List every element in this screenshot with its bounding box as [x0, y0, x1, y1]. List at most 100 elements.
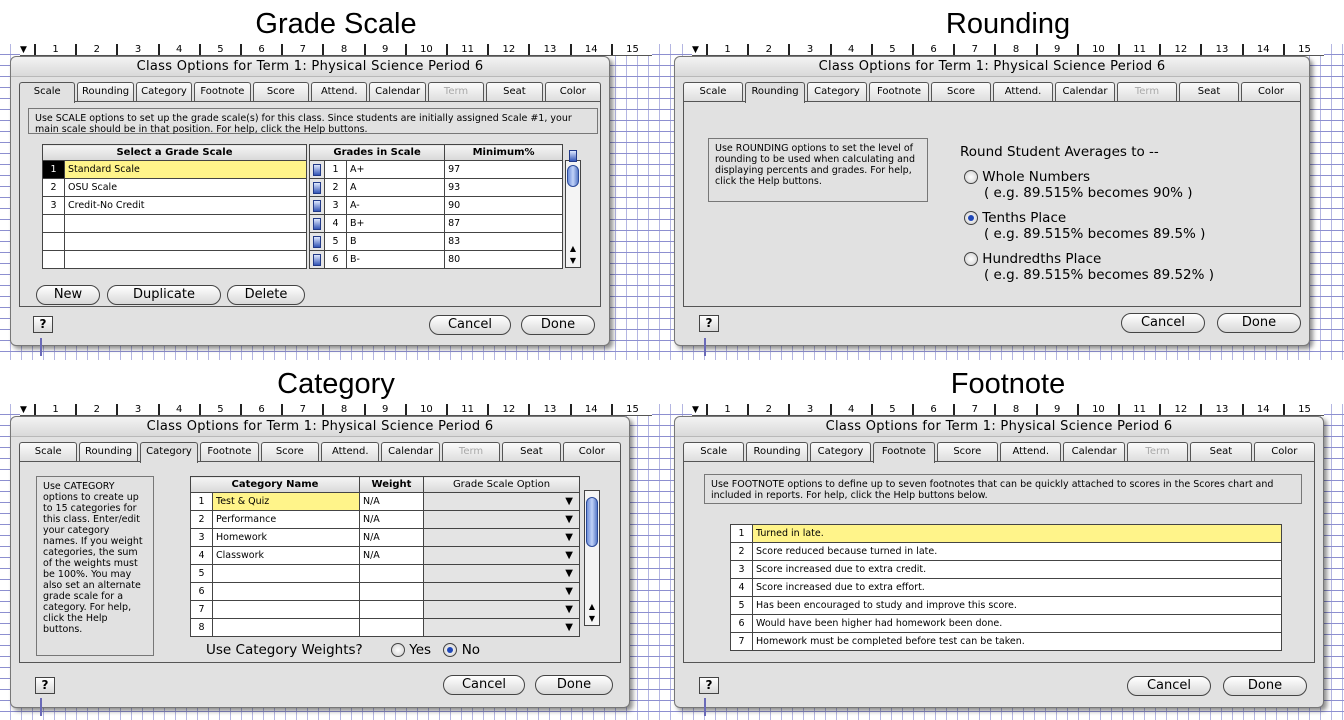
rounding-option[interactable]: Hundredths Place( e.g. 89.515% becomes 8… [964, 248, 1294, 283]
category-weight[interactable] [359, 618, 424, 637]
rounding-option[interactable]: Whole Numbers( e.g. 89.515% becomes 90% … [964, 166, 1294, 201]
done-button[interactable]: Done [535, 675, 613, 695]
table-row[interactable]: 4 Score increased due to extra effort. [730, 578, 1282, 597]
table-row[interactable]: 4 Classwork N/A ▼ [190, 546, 580, 565]
grade-letter[interactable]: A+ [345, 160, 446, 179]
footnote-text[interactable]: Would have been higher had homework been… [752, 614, 1282, 633]
footnote-text[interactable]: Turned in late. [752, 524, 1282, 543]
scale-name[interactable]: OSU Scale [64, 178, 307, 197]
cancel-button[interactable]: Cancel [429, 315, 511, 335]
tab-scale[interactable]: Scale [683, 82, 743, 102]
tab-score[interactable]: Score [252, 82, 310, 102]
scroll-down-arrow[interactable]: ▼ [585, 613, 599, 625]
table-row[interactable]: 7 Homework must be completed before test … [730, 632, 1282, 651]
help-button[interactable]: ? [35, 677, 55, 694]
drag-handle-icon[interactable] [309, 250, 325, 269]
tab-footnote[interactable]: Footnote [194, 82, 251, 102]
done-button[interactable]: Done [521, 315, 595, 335]
scale-name[interactable]: Credit-No Credit [64, 196, 307, 215]
tab-score[interactable]: Score [260, 442, 320, 462]
tab-score[interactable]: Score [931, 82, 991, 102]
tab-color[interactable]: Color [544, 82, 602, 102]
footnote-text[interactable]: Score reduced because turned in late. [752, 542, 1282, 561]
tab-term[interactable]: Term [441, 442, 501, 462]
category-name[interactable]: Test & Quiz [212, 492, 360, 511]
yes-radio[interactable] [391, 643, 405, 657]
rounding-option[interactable]: Tenths Place( e.g. 89.515% becomes 89.5%… [964, 207, 1294, 242]
grade-letter[interactable]: A [345, 178, 446, 197]
table-row[interactable] [42, 232, 307, 251]
tab-category[interactable]: Category [135, 82, 193, 102]
scroll-thumb[interactable] [586, 497, 598, 547]
category-weight[interactable]: N/A [359, 510, 424, 529]
cancel-button[interactable]: Cancel [1121, 313, 1205, 333]
grade-minimum[interactable]: 87 [444, 214, 563, 233]
table-row[interactable]: 1 Test & Quiz N/A ▼ [190, 492, 580, 511]
footnote-text[interactable]: Score increased due to extra effort. [752, 578, 1282, 597]
grade-minimum[interactable]: 83 [444, 232, 563, 251]
table-row[interactable]: 6 B- 80 [309, 250, 563, 269]
done-button[interactable]: Done [1217, 313, 1301, 333]
grades-scrollbar[interactable]: ▲ ▼ [565, 160, 581, 268]
grade-scale-dropdown[interactable]: ▼ [423, 600, 580, 619]
scroll-up-arrow[interactable]: ▲ [585, 601, 599, 613]
category-weight[interactable]: N/A [359, 492, 424, 511]
table-row[interactable]: 2 Performance N/A ▼ [190, 510, 580, 529]
table-row[interactable] [42, 250, 307, 269]
scale-name[interactable] [64, 250, 307, 269]
table-row[interactable]: 5 ▼ [190, 564, 580, 583]
tab-seat[interactable]: Seat [1190, 442, 1252, 462]
tab-attend[interactable]: Attend. [993, 82, 1053, 102]
table-row[interactable]: 1 A+ 97 [309, 160, 563, 179]
tab-rounding[interactable]: Rounding [746, 442, 808, 462]
tab-category[interactable]: Category [807, 82, 867, 102]
table-row[interactable]: 4 B+ 87 [309, 214, 563, 233]
table-row[interactable]: 2 OSU Scale [42, 178, 307, 197]
cancel-button[interactable]: Cancel [443, 675, 525, 695]
help-button[interactable]: ? [699, 677, 719, 694]
tab-footnote[interactable]: Footnote [869, 82, 929, 102]
category-name[interactable]: Classwork [212, 546, 360, 565]
new-button[interactable]: New [36, 285, 100, 305]
table-row[interactable]: 2 Score reduced because turned in late. [730, 542, 1282, 561]
scale-name[interactable] [64, 214, 307, 233]
tab-seat[interactable]: Seat [502, 442, 561, 462]
table-row[interactable]: 3 Homework N/A ▼ [190, 528, 580, 547]
grade-scale-dropdown[interactable]: ▼ [423, 546, 580, 565]
column-menu-icon[interactable] [569, 145, 579, 162]
scale-name[interactable] [64, 232, 307, 251]
grade-letter[interactable]: B- [345, 250, 446, 269]
tab-calendar[interactable]: Calendar [381, 442, 440, 462]
grade-minimum[interactable]: 90 [444, 196, 563, 215]
table-row[interactable] [42, 214, 307, 233]
tab-rounding[interactable]: Rounding [79, 442, 138, 462]
grade-minimum[interactable]: 97 [444, 160, 563, 179]
table-row[interactable]: 2 A 93 [309, 178, 563, 197]
grade-scale-dropdown[interactable]: ▼ [423, 528, 580, 547]
tab-attend[interactable]: Attend. [311, 82, 368, 102]
table-row[interactable]: 1 Standard Scale [42, 160, 307, 179]
category-weight[interactable]: N/A [359, 546, 424, 565]
help-button[interactable]: ? [33, 316, 53, 333]
help-button[interactable]: ? [699, 315, 719, 332]
table-row[interactable]: 3 Score increased due to extra credit. [730, 560, 1282, 579]
table-row[interactable]: 1 Turned in late. [730, 524, 1282, 543]
tab-term[interactable]: Term [1117, 82, 1177, 102]
footnote-text[interactable]: Has been encouraged to study and improve… [752, 596, 1282, 615]
delete-button[interactable]: Delete [227, 285, 305, 305]
grade-scale-dropdown[interactable]: ▼ [423, 510, 580, 529]
tab-category[interactable]: Category [809, 442, 872, 462]
category-name[interactable]: Homework [212, 528, 360, 547]
tab-attend[interactable]: Attend. [1000, 442, 1062, 462]
scroll-thumb[interactable] [567, 165, 579, 187]
tab-score[interactable]: Score [936, 442, 999, 462]
tab-footnote[interactable]: Footnote [873, 442, 935, 463]
tab-category[interactable]: Category [139, 442, 199, 463]
category-weight[interactable] [359, 582, 424, 601]
grade-letter[interactable]: B+ [345, 214, 446, 233]
scroll-down-arrow[interactable]: ▼ [566, 255, 580, 267]
tab-scale[interactable]: Scale [19, 82, 76, 103]
radio[interactable] [964, 169, 978, 184]
tab-footnote[interactable]: Footnote [200, 442, 259, 462]
category-weight[interactable] [359, 564, 424, 583]
